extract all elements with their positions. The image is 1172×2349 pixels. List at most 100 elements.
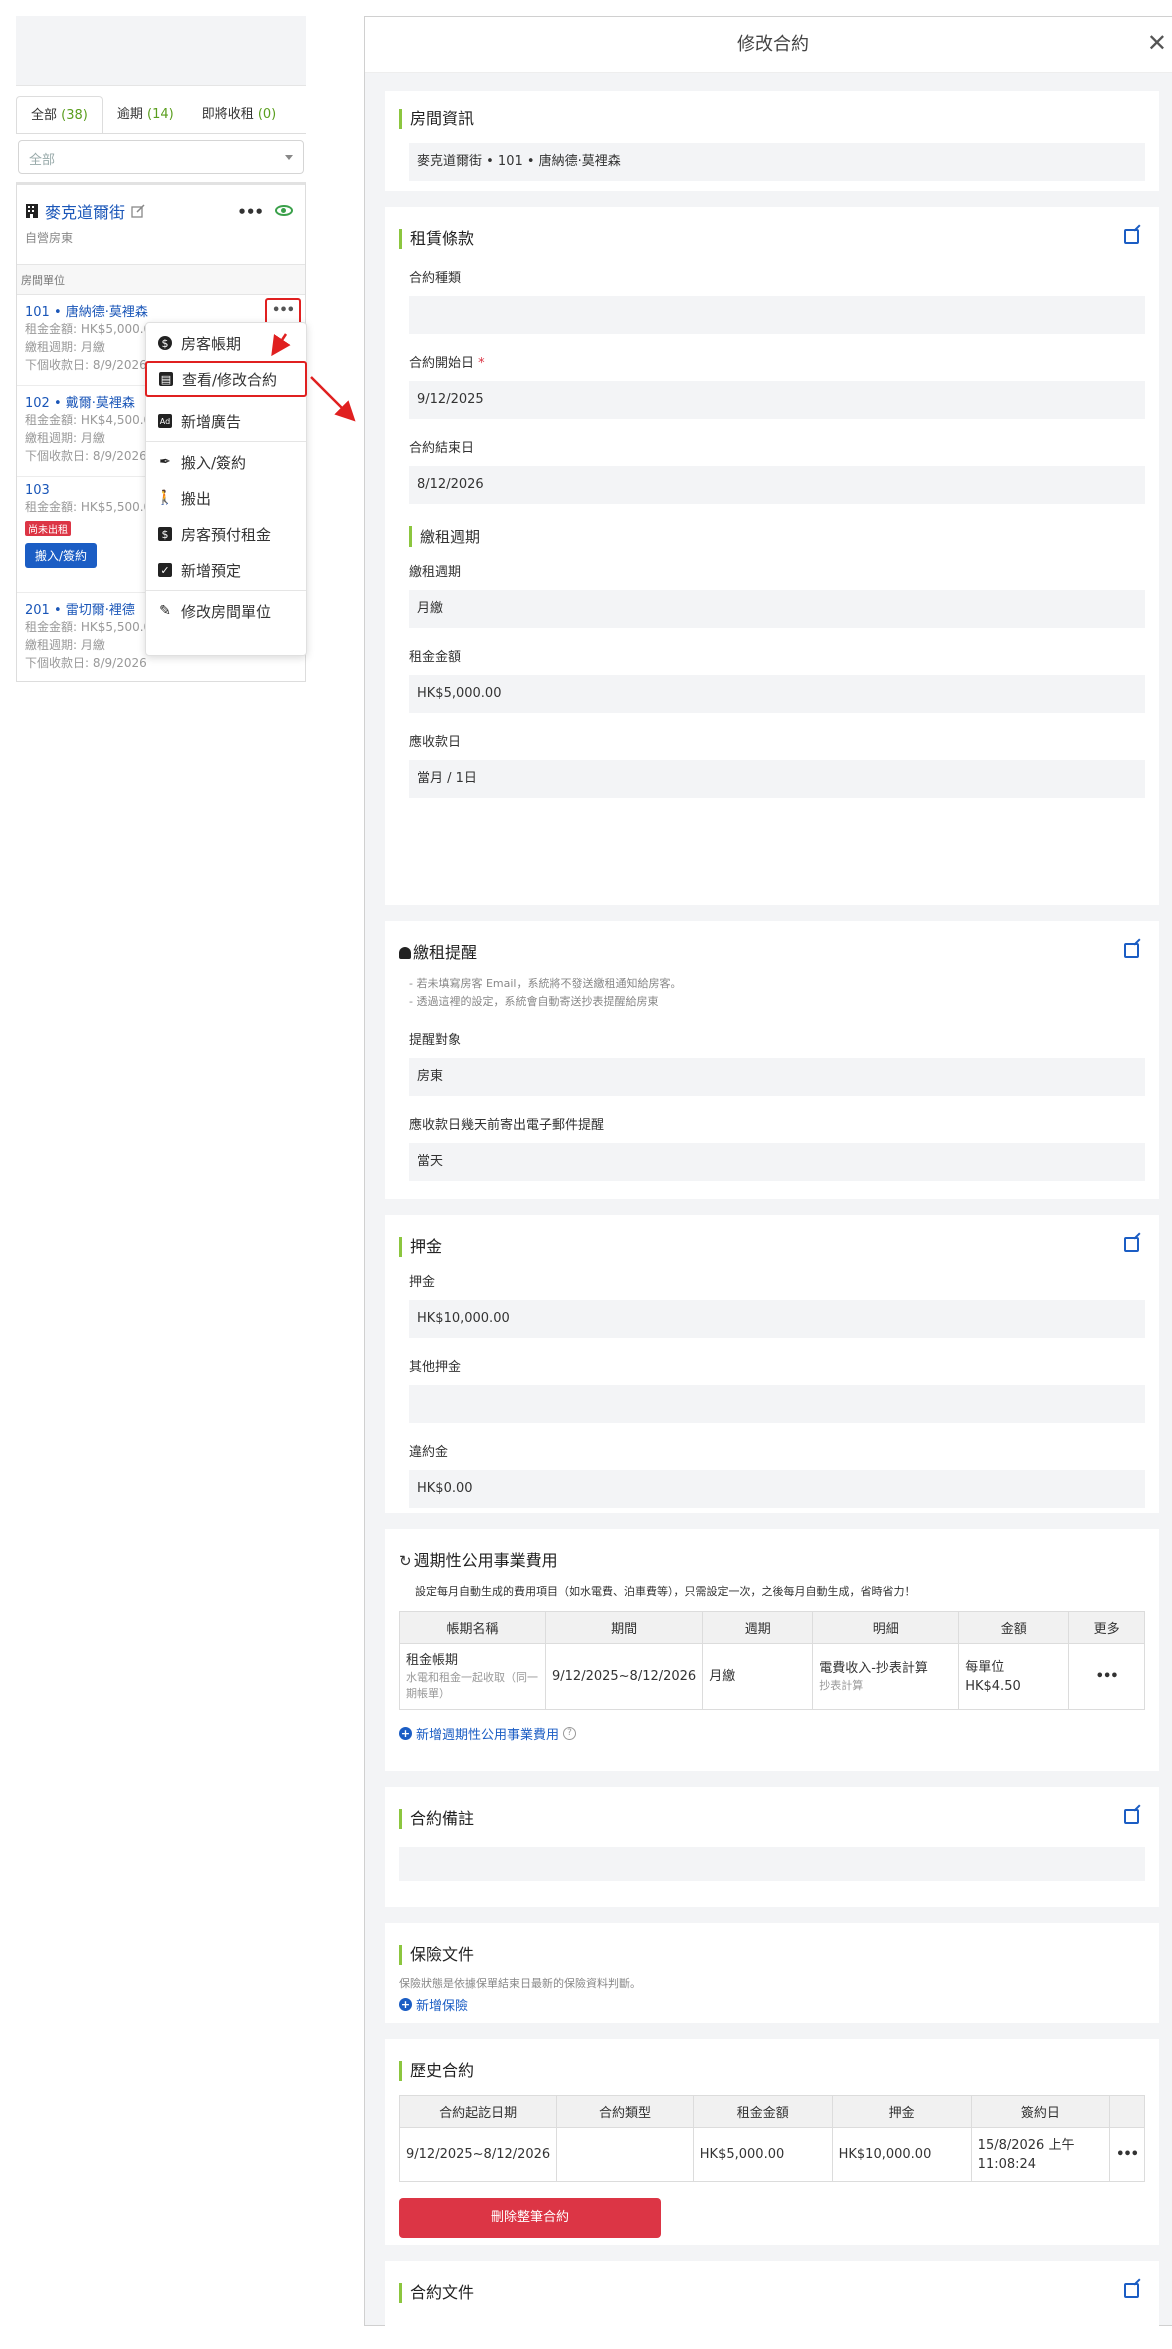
link-label: 新增週期性公用事業費用 [416, 1728, 560, 1743]
chevron-down-icon [285, 155, 293, 160]
cell-subtext: 抄表計算 [819, 1679, 864, 1692]
tab-all[interactable]: 全部 (38) [16, 96, 103, 134]
edit-icon[interactable] [1124, 943, 1139, 958]
field-label: 應收款日 [409, 735, 462, 750]
room-info-value: 麥克道爾街 • 101 • 唐納德·莫裡森 [409, 143, 1145, 181]
status-tabs: 全部 (38) 逾期 (14) 即將收租 (0) [16, 96, 290, 144]
edit-icon[interactable] [1124, 2283, 1139, 2298]
column-header: 簽約日 [970, 2095, 1111, 2128]
eye-icon[interactable] [275, 205, 293, 216]
table-cell: 電費收入-抄表計算 抄表計算 [812, 1643, 960, 1710]
top-bar [16, 16, 306, 86]
pen-icon: ✒ [159, 454, 171, 470]
menu-item-reservation[interactable]: ✓ 新增預定 [146, 552, 306, 588]
table-cell: 月繳 [702, 1643, 814, 1710]
menu-item-tenant-billing[interactable]: $ 房客帳期 [146, 325, 306, 361]
deposit-card: 押金 押金 HK$10,000.00 其他押金 違約金 HK$0.00 [385, 1215, 1159, 1513]
menu-item-edit-unit[interactable]: ✎ 修改房間單位 [146, 593, 306, 629]
other-deposit-value [409, 1385, 1145, 1423]
tab-overdue[interactable]: 逾期 (14) [103, 96, 188, 134]
tab-count: (14) [147, 107, 174, 122]
section-title: 租賃條款 [399, 229, 1145, 249]
insurance-card: 保險文件 保險狀態是依據保單結束日最新的保險資料判斷。 + 新增保險 [385, 1923, 1159, 2023]
help-icon[interactable]: ? [563, 1727, 577, 1740]
menu-item-label: 查看/修改合約 [182, 370, 278, 389]
more-icon[interactable]: ••• [237, 203, 264, 221]
table-cell: HK$10,000.00 [831, 2127, 972, 2182]
edit-icon[interactable] [131, 204, 145, 218]
lease-terms-card: 租賃條款 合約種類 合約開始日 * 9/12/2025 合約結束日 8/12/2… [385, 207, 1159, 905]
menu-item-add-ad[interactable]: Ad 新增廣告 [146, 403, 306, 439]
tab-divider [16, 133, 306, 134]
refresh-icon: ↻ [399, 1552, 412, 1570]
filter-value: 全部 [29, 153, 56, 168]
history-card: 歷史合約 合約起訖日期 合約類型 租金金額 押金 簽約日 9/12/2025~8… [385, 2039, 1159, 2245]
reminder-target-value: 房東 [409, 1058, 1145, 1096]
add-insurance-link[interactable]: + 新增保險 [399, 1995, 468, 2014]
utilities-card: ↻ 週期性公用事業費用 設定每月自動生成的費用項目（如水電費、泊車費等），只需設定… [385, 1529, 1159, 1771]
row-more-button[interactable]: ••• [1068, 1643, 1145, 1710]
column-header: 合約類型 [556, 2095, 694, 2128]
tab-count: (0) [257, 107, 277, 122]
section-title: ↻ 週期性公用事業費用 [399, 1551, 1145, 1571]
arrow-to-modal [310, 376, 356, 422]
documents-card: 合約文件 [385, 2261, 1159, 2333]
utilities-table: 帳期名稱 期間 週期 明細 金額 更多 租金帳期 水電和租金一起收取（同一期帳單）… [399, 1611, 1145, 1710]
section-title: 繳租提醒 [399, 943, 1145, 963]
field-label: 合約開始日 * [409, 352, 1145, 371]
prepay-icon: $ [158, 527, 172, 541]
cell-text: 電費收入-抄表計算 [819, 1661, 928, 1676]
column-header: 合約起訖日期 [398, 2095, 558, 2128]
column-header: 週期 [702, 1611, 814, 1644]
edit-icon[interactable] [1124, 229, 1139, 244]
notes-card: 合約備註 [385, 1787, 1159, 1907]
vacant-badge: 尚未出租 [25, 521, 71, 536]
delete-contract-button[interactable]: 刪除整筆合約 [399, 2198, 661, 2238]
menu-item-checkout[interactable]: 🚶 搬出 [146, 480, 306, 516]
bell-icon [399, 947, 411, 959]
checkin-button[interactable]: 搬入/簽約 [25, 543, 98, 568]
edit-contract-modal: 修改合約 ✕ 房間資訊 麥克道爾街 • 101 • 唐納德·莫裡森 租賃條款 合… [364, 16, 1172, 2333]
units-label: 房間單位 [17, 265, 305, 295]
menu-item-label: 修改房間單位 [181, 602, 272, 621]
subsection-title: 繳租週期 [409, 526, 1145, 547]
notes-value [399, 1847, 1145, 1881]
menu-item-label: 新增預定 [181, 561, 242, 580]
table-row: 租金帳期 水電和租金一起收取（同一期帳單） 9/12/2025~8/12/2026… [399, 1643, 1145, 1710]
field-label: 租金金額 [409, 650, 462, 665]
edit-icon[interactable] [1124, 1809, 1139, 1824]
menu-item-label: 搬入/簽約 [181, 453, 247, 472]
column-header: 金額 [958, 1611, 1070, 1644]
column-header: 期間 [544, 1611, 704, 1644]
plus-icon: + [399, 1727, 412, 1740]
document-icon: ▤ [159, 372, 173, 386]
tab-count: (38) [61, 108, 88, 123]
unit-name[interactable]: 101 • 唐納德·莫裡森 [25, 301, 297, 320]
end-date-value: 8/12/2026 [409, 466, 1145, 504]
menu-item-prepay[interactable]: $ 房客預付租金 [146, 516, 306, 552]
close-icon[interactable]: ✕ [1147, 31, 1167, 55]
add-utility-link[interactable]: + 新增週期性公用事業費用? [399, 1724, 577, 1743]
filter-select[interactable]: 全部 [18, 140, 304, 174]
column-header: 帳期名稱 [399, 1611, 546, 1644]
column-header: 租金金額 [692, 2095, 833, 2128]
room-info-card: 房間資訊 麥克道爾街 • 101 • 唐納德·莫裡森 [385, 91, 1159, 191]
menu-divider [146, 590, 306, 591]
menu-item-view-contract[interactable]: ▤ 查看/修改合約 [145, 361, 307, 397]
tab-label: 逾期 [116, 107, 143, 122]
utilities-description: 設定每月自動生成的費用項目（如水電費、泊車費等），只需設定一次，之後每月自動生成… [415, 1585, 916, 1598]
menu-item-checkin[interactable]: ✒ 搬入/簽約 [146, 444, 306, 480]
table-cell [556, 2127, 694, 2182]
hint-text: - 透過這裡的設定，系統會自動寄送抄表提醒給房東 [409, 995, 659, 1008]
table-cell: 租金帳期 水電和租金一起收取（同一期帳單） [399, 1643, 546, 1710]
unit-action-menu: $ 房客帳期 ▤ 查看/修改合約 Ad 新增廣告 ✒ 搬入/簽約 🚶 搬出 $ 房客預付租金… [145, 322, 307, 656]
field-label: 押金 [409, 1275, 436, 1290]
property-name: 麥克道爾街 [45, 203, 126, 222]
edit-icon: ✎ [159, 603, 171, 619]
tab-upcoming[interactable]: 即將收租 (0) [188, 96, 291, 134]
due-day-value: 當月 / 1日 [409, 760, 1145, 798]
edit-icon[interactable] [1124, 1237, 1139, 1252]
column-header [1109, 2095, 1145, 2128]
row-more-button[interactable]: ••• [1109, 2127, 1145, 2182]
cell-text: 租金帳期 [406, 1653, 459, 1668]
